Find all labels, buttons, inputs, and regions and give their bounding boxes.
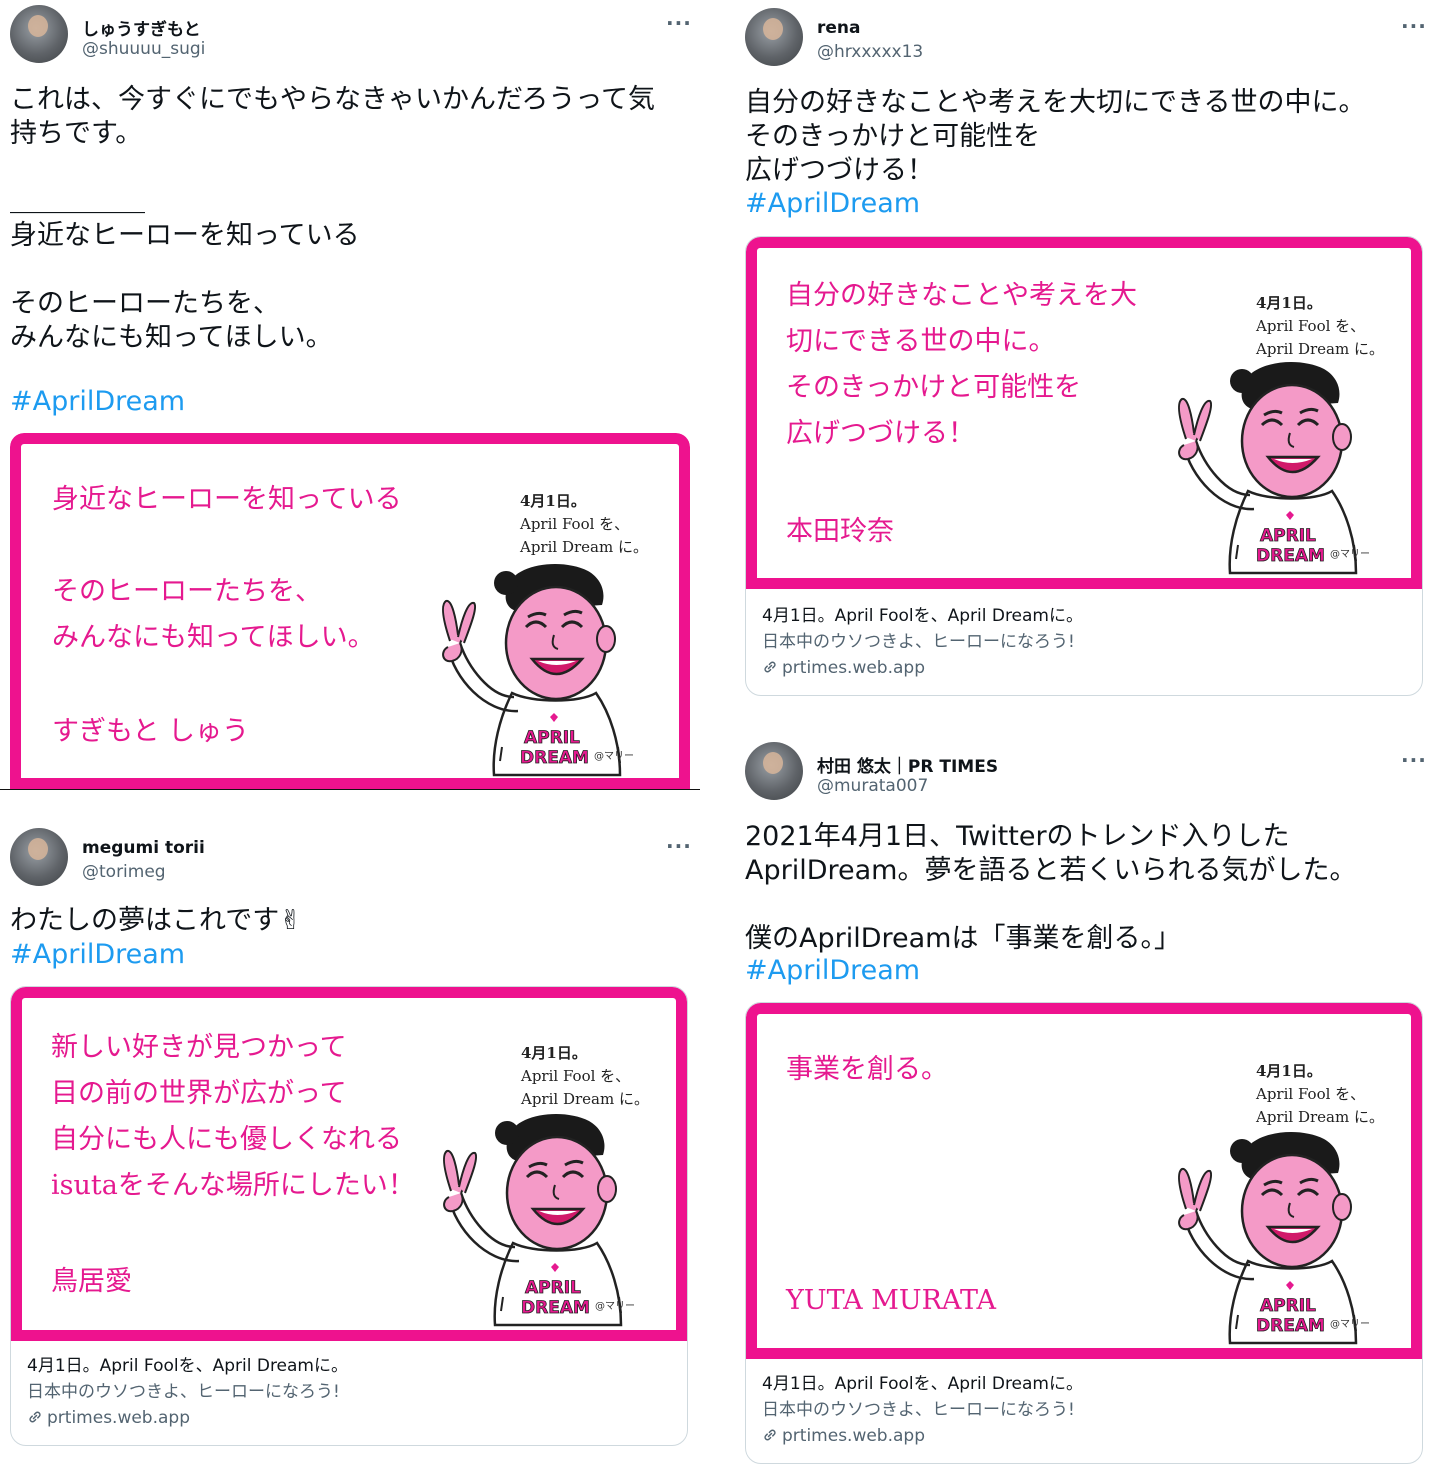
tweet-text: 自分の好きなことや考えを大切にできる世の中に。 そのきっかけと可能性を 広げつづ… [745, 87, 1366, 186]
panel-divider [0, 789, 700, 790]
hashtag-link[interactable]: #AprilDream [745, 187, 920, 221]
card-signature: 本田玲奈 [786, 516, 894, 547]
link-card[interactable]: 自分の好きなことや考えを大 切にできる世の中に。 そのきっかけと可能性を 広げつ… [745, 236, 1423, 696]
artist-credit: @マリー [1330, 549, 1370, 560]
tweet-torimeg: megumi torii @torimeg ··· わたしの夢はこれです✌ #A… [10, 828, 692, 1450]
link-preview[interactable]: 4月1日。April Foolを、April Dreamに。 日本中のウソつきよ… [11, 1339, 687, 1445]
card-signature: YUTA MURATA [786, 1285, 996, 1316]
link-icon [764, 1429, 776, 1441]
user-handle[interactable]: @murata007 [817, 776, 928, 796]
more-options-icon[interactable]: ··· [666, 834, 692, 858]
display-name[interactable]: megumi torii [82, 838, 205, 858]
link-title: 4月1日。April Foolを、April Dreamに。 [762, 1374, 1083, 1394]
link-icon [764, 661, 776, 673]
mascot-illustration [1177, 1130, 1358, 1345]
link-preview[interactable]: 4月1日。April Foolを、April Dreamに。 日本中のウソつきよ… [746, 1357, 1422, 1463]
tweet-text: わたしの夢はこれです✌ [10, 905, 302, 936]
avatar[interactable] [745, 8, 803, 66]
link-card[interactable]: 事業を創る。 YUTA MURATA 4月1日。 April Fool を、 Apr… [745, 1002, 1423, 1464]
link-title: 4月1日。April Foolを、April Dreamに。 [762, 606, 1083, 626]
tweet-murata007: 村田 悠太｜PR TIMES @murata007 ··· 2021年4月1日、… [745, 742, 1427, 1466]
link-domain: prtimes.web.app [762, 1423, 1406, 1449]
card-signature: すぎもと しゅう [52, 716, 250, 747]
link-description: 日本中のウソつきよ、ヒーローになろう! [762, 1400, 1075, 1420]
more-options-icon[interactable]: ··· [1401, 14, 1427, 38]
display-name[interactable]: rena [817, 18, 861, 38]
link-card[interactable]: 新しい好きが見つかって 目の前の世界が広がって 自分にも人にも優しくなれる is… [10, 986, 688, 1446]
display-name[interactable]: 村田 悠太｜PR TIMES [817, 752, 998, 777]
user-handle[interactable]: @shuuuu_sugi [82, 39, 205, 59]
link-preview[interactable]: 4月1日。April Foolを、April Dreamに。 日本中のウソつきよ… [746, 589, 1422, 695]
user-handle[interactable]: @hrxxxxx13 [817, 42, 923, 62]
more-options-icon[interactable]: ··· [666, 11, 692, 35]
card-message: 身近なヒーローを知っている そのヒーローたちを、 みんなにも知ってほしい。 [52, 484, 402, 653]
card-message: 自分の好きなことや考えを大 切にできる世の中に。 そのきっかけと可能性を 広げつ… [786, 280, 1137, 449]
tweet-text: 2021年4月1日、Twitterのトレンド入りした AprilDream。夢を… [745, 821, 1357, 954]
avatar[interactable] [745, 742, 803, 800]
link-icon [29, 1411, 41, 1423]
mascot-illustration [1177, 360, 1358, 575]
avatar[interactable] [10, 5, 68, 63]
link-title: 4月1日。April Foolを、April Dreamに。 [27, 1356, 348, 1376]
user-handle[interactable]: @torimeg [82, 862, 166, 882]
mascot-illustration [442, 1112, 623, 1327]
tweet-shuuuu-sugi: しゅうすぎもと @shuuuu_sugi ··· これは、今すぐにでもやらなきゃ… [10, 5, 692, 789]
tweet-text: これは、今すぐにでもやらなきゃいかんだろうって気 持ちです。 ＿＿＿＿＿ 身近な… [10, 84, 656, 353]
hashtag-link[interactable]: #AprilDream [745, 954, 920, 988]
hashtag-link[interactable]: #AprilDream [10, 385, 185, 419]
avatar[interactable] [10, 828, 68, 886]
display-name[interactable]: しゅうすぎもと [82, 15, 201, 40]
tweet-rena: rena @hrxxxxx13 ··· 自分の好きなことや考えを大切にできる世の… [745, 8, 1427, 698]
link-domain: prtimes.web.app [762, 655, 1406, 681]
card-message: 事業を創る。 [786, 1054, 948, 1085]
artist-credit: @マリー [1330, 1319, 1370, 1330]
mascot-illustration [441, 562, 622, 777]
link-description: 日本中のウソつきよ、ヒーローになろう! [27, 1382, 340, 1402]
link-description: 日本中のウソつきよ、ヒーローになろう! [762, 632, 1075, 652]
tweet-card-image[interactable]: 身近なヒーローを知っている そのヒーローたちを、 みんなにも知ってほしい。 すぎ… [10, 433, 690, 789]
card-message: 新しい好きが見つかって 目の前の世界が広がって 自分にも人にも優しくなれる is… [51, 1032, 415, 1201]
hashtag-link[interactable]: #AprilDream [10, 938, 185, 972]
more-options-icon[interactable]: ··· [1401, 748, 1427, 772]
artist-credit: @マリー [594, 751, 634, 762]
link-domain: prtimes.web.app [27, 1405, 671, 1431]
card-signature: 鳥居愛 [51, 1266, 132, 1297]
artist-credit: @マリー [595, 1301, 635, 1312]
